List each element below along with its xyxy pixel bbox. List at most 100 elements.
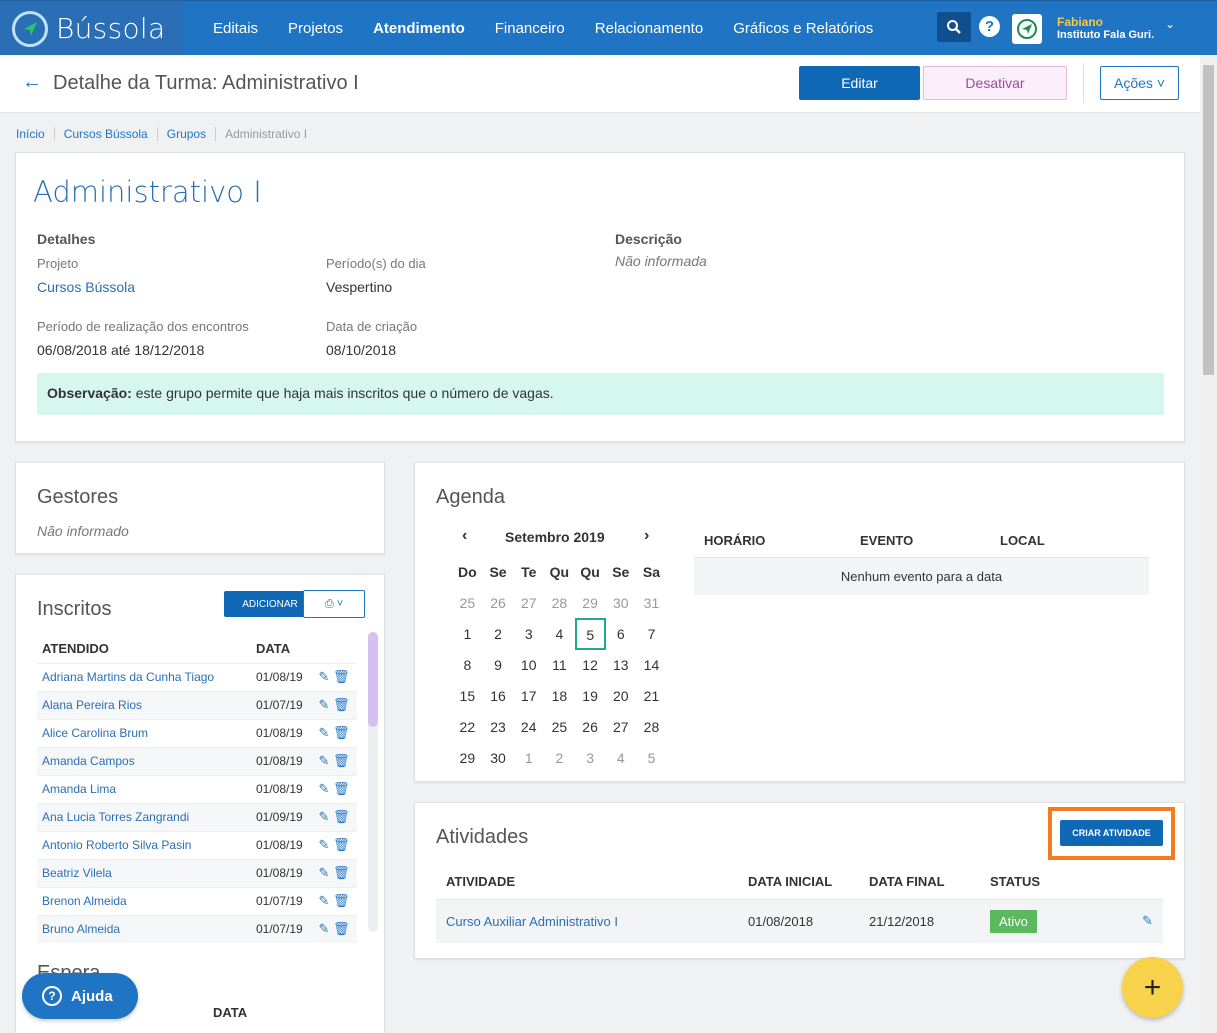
nav-graficos[interactable]: Gráficos e Relatórios: [733, 20, 873, 37]
calendar-day[interactable]: 27: [513, 595, 544, 611]
app-logo[interactable]: Bússola: [0, 1, 184, 56]
calendar-day[interactable]: 5: [636, 750, 667, 766]
calendar-day[interactable]: 29: [452, 750, 483, 766]
actions-dropdown[interactable]: Ações ˅: [1100, 66, 1179, 100]
calendar-day[interactable]: 29: [575, 595, 606, 611]
edit-icon[interactable]: ✎: [318, 781, 329, 796]
calendar-day[interactable]: 1: [513, 750, 544, 766]
nav-financeiro[interactable]: Financeiro: [495, 20, 565, 37]
inscrito-name[interactable]: Ana Lucia Torres Zangrandi: [37, 802, 251, 831]
calendar-day[interactable]: 1: [452, 626, 483, 642]
calendar-day[interactable]: 15: [452, 688, 483, 704]
calendar-day[interactable]: 31: [636, 595, 667, 611]
edit-icon[interactable]: ✎: [318, 753, 329, 768]
calendar-day[interactable]: 19: [575, 688, 606, 704]
inscrito-name[interactable]: Brenon Almeida: [37, 886, 251, 915]
trash-icon[interactable]: 🗑: [333, 669, 350, 684]
calendar-day[interactable]: 13: [605, 657, 636, 673]
nav-editais[interactable]: Editais: [213, 20, 258, 37]
calendar-day[interactable]: 16: [483, 688, 514, 704]
trash-icon[interactable]: 🗑: [333, 837, 350, 852]
calendar-day[interactable]: 22: [452, 719, 483, 735]
edit-icon[interactable]: ✎: [318, 669, 329, 684]
create-activity-button[interactable]: CRIAR ATIVIDADE: [1060, 820, 1163, 846]
trash-icon[interactable]: 🗑: [333, 753, 350, 768]
breadcrumb-grupos[interactable]: Grupos: [167, 127, 217, 141]
nav-relacionamento[interactable]: Relacionamento: [595, 20, 703, 37]
scroll-thumb[interactable]: [368, 632, 378, 727]
org-logo-icon[interactable]: [1012, 14, 1042, 44]
inscrito-name[interactable]: Adriana Martins da Cunha Tiago: [37, 662, 251, 691]
calendar-day[interactable]: 30: [605, 595, 636, 611]
calendar-day[interactable]: 26: [483, 595, 514, 611]
calendar-day[interactable]: 24: [513, 719, 544, 735]
page-scroll-thumb[interactable]: [1203, 65, 1214, 375]
calendar-day[interactable]: 10: [513, 657, 544, 673]
trash-icon[interactable]: 🗑: [333, 781, 350, 796]
edit-icon[interactable]: ✎: [318, 893, 329, 908]
trash-icon[interactable]: 🗑: [333, 865, 350, 880]
search-button[interactable]: [937, 12, 971, 42]
edit-icon[interactable]: ✎: [318, 697, 329, 712]
calendar-day[interactable]: 3: [513, 626, 544, 642]
help-button[interactable]: ? Ajuda: [22, 973, 138, 1019]
calendar-day[interactable]: 28: [544, 595, 575, 611]
chevron-down-icon[interactable]: ⌄: [1165, 17, 1175, 31]
inscrito-name[interactable]: Alice Carolina Brum: [37, 718, 251, 747]
nav-atendimento[interactable]: Atendimento: [373, 20, 465, 37]
calendar-day[interactable]: 25: [452, 595, 483, 611]
edit-icon[interactable]: ✎: [318, 837, 329, 852]
breadcrumb-inicio[interactable]: Início: [16, 127, 55, 141]
trash-icon[interactable]: 🗑: [333, 809, 350, 824]
calendar-day[interactable]: 18: [544, 688, 575, 704]
inscrito-name[interactable]: Bruno Almeida: [37, 914, 251, 943]
back-arrow-icon[interactable]: ←: [22, 71, 42, 94]
chevron-left-icon[interactable]: ‹: [462, 527, 467, 545]
calendar-day[interactable]: 3: [575, 750, 606, 766]
projeto-link[interactable]: Cursos Bússola: [37, 279, 135, 295]
calendar-day[interactable]: 4: [544, 626, 575, 642]
breadcrumb-cursos[interactable]: Cursos Bússola: [64, 127, 158, 141]
inscrito-name[interactable]: Antonio Roberto Silva Pasin: [37, 830, 251, 859]
calendar-day[interactable]: 20: [605, 688, 636, 704]
add-fab-button[interactable]: +: [1122, 957, 1183, 1018]
calendar-day[interactable]: 2: [483, 626, 514, 642]
inscrito-name[interactable]: Alana Pereira Rios: [37, 690, 251, 719]
nav-projetos[interactable]: Projetos: [288, 20, 343, 37]
trash-icon[interactable]: 🗑: [333, 893, 350, 908]
calendar-day[interactable]: 7: [636, 626, 667, 642]
edit-icon[interactable]: ✎: [318, 725, 329, 740]
calendar-day[interactable]: 14: [636, 657, 667, 673]
deactivate-button[interactable]: Desativar: [923, 66, 1067, 100]
edit-icon[interactable]: ✎: [1100, 899, 1163, 943]
edit-button[interactable]: Editar: [799, 66, 920, 100]
user-name[interactable]: Fabiano: [1057, 15, 1103, 29]
calendar-day[interactable]: 27: [605, 719, 636, 735]
calendar-day[interactable]: 26: [575, 719, 606, 735]
calendar-day-selected[interactable]: 5: [574, 617, 606, 650]
calendar-day[interactable]: 8: [452, 657, 483, 673]
calendar-day[interactable]: 21: [636, 688, 667, 704]
calendar-day[interactable]: 23: [483, 719, 514, 735]
calendar-day[interactable]: 2: [544, 750, 575, 766]
calendar-day[interactable]: 28: [636, 719, 667, 735]
edit-icon[interactable]: ✎: [318, 865, 329, 880]
trash-icon[interactable]: 🗑: [333, 725, 350, 740]
calendar-day[interactable]: 11: [544, 657, 575, 673]
activity-name[interactable]: Curso Auxiliar Administrativo I: [436, 899, 738, 943]
calendar-day[interactable]: 30: [483, 750, 514, 766]
calendar-day[interactable]: 9: [483, 657, 514, 673]
page-scrollbar[interactable]: [1200, 55, 1217, 1033]
calendar-day[interactable]: 25: [544, 719, 575, 735]
inscrito-name[interactable]: Beatriz Vilela: [37, 858, 251, 887]
inscrito-name[interactable]: Amanda Campos: [37, 746, 251, 775]
trash-icon[interactable]: 🗑: [333, 697, 350, 712]
inscritos-scrollbar[interactable]: [368, 632, 378, 932]
calendar-day[interactable]: 6: [605, 626, 636, 642]
edit-icon[interactable]: ✎: [318, 809, 329, 824]
user-org[interactable]: Instituto Fala Guri.: [1057, 29, 1154, 41]
trash-icon[interactable]: 🗑: [333, 921, 350, 936]
calendar-day[interactable]: 4: [605, 750, 636, 766]
chevron-right-icon[interactable]: ›: [644, 527, 649, 545]
print-dropdown[interactable]: ⎙ ˅: [303, 590, 365, 618]
